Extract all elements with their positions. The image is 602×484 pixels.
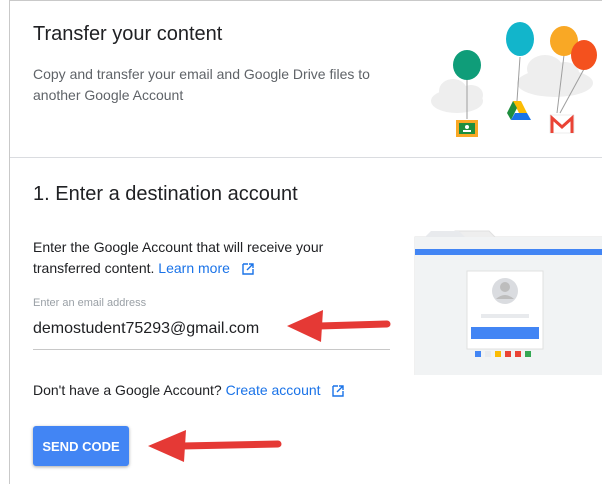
annotation-arrow-send — [148, 430, 282, 462]
learn-more-link[interactable]: Learn more — [158, 260, 230, 276]
page-title: Transfer your content — [33, 23, 223, 45]
no-account-text: Don't have a Google Account? — [33, 382, 222, 398]
external-link-icon[interactable] — [332, 385, 345, 397]
step-description: Enter the Google Account that will recei… — [33, 237, 383, 279]
annotation-arrow-email — [287, 310, 391, 342]
gmail-icon — [549, 114, 575, 134]
no-account-row: Don't have a Google Account? Create acco… — [33, 382, 345, 398]
balloon-teal — [453, 50, 481, 80]
balloon-red — [571, 40, 597, 70]
create-account-link[interactable]: Create account — [226, 382, 321, 398]
cloud-left — [431, 79, 483, 113]
transfer-content-panel: Transfer your content Copy and transfer … — [9, 0, 602, 484]
external-link-icon[interactable] — [242, 263, 254, 275]
step-title: 1. Enter a destination account — [33, 183, 298, 205]
browser-illustration — [414, 230, 602, 375]
send-code-button[interactable]: SEND CODE — [33, 426, 129, 466]
email-field-label: Enter an email address — [33, 297, 147, 309]
balloons-illustration — [431, 22, 597, 137]
google-drive-icon — [507, 101, 531, 120]
page-description: Copy and transfer your email and Google … — [33, 66, 370, 103]
google-classroom-icon — [456, 120, 478, 137]
balloon-cyan — [506, 22, 534, 56]
hero-section: Transfer your content Copy and transfer … — [10, 1, 602, 158]
